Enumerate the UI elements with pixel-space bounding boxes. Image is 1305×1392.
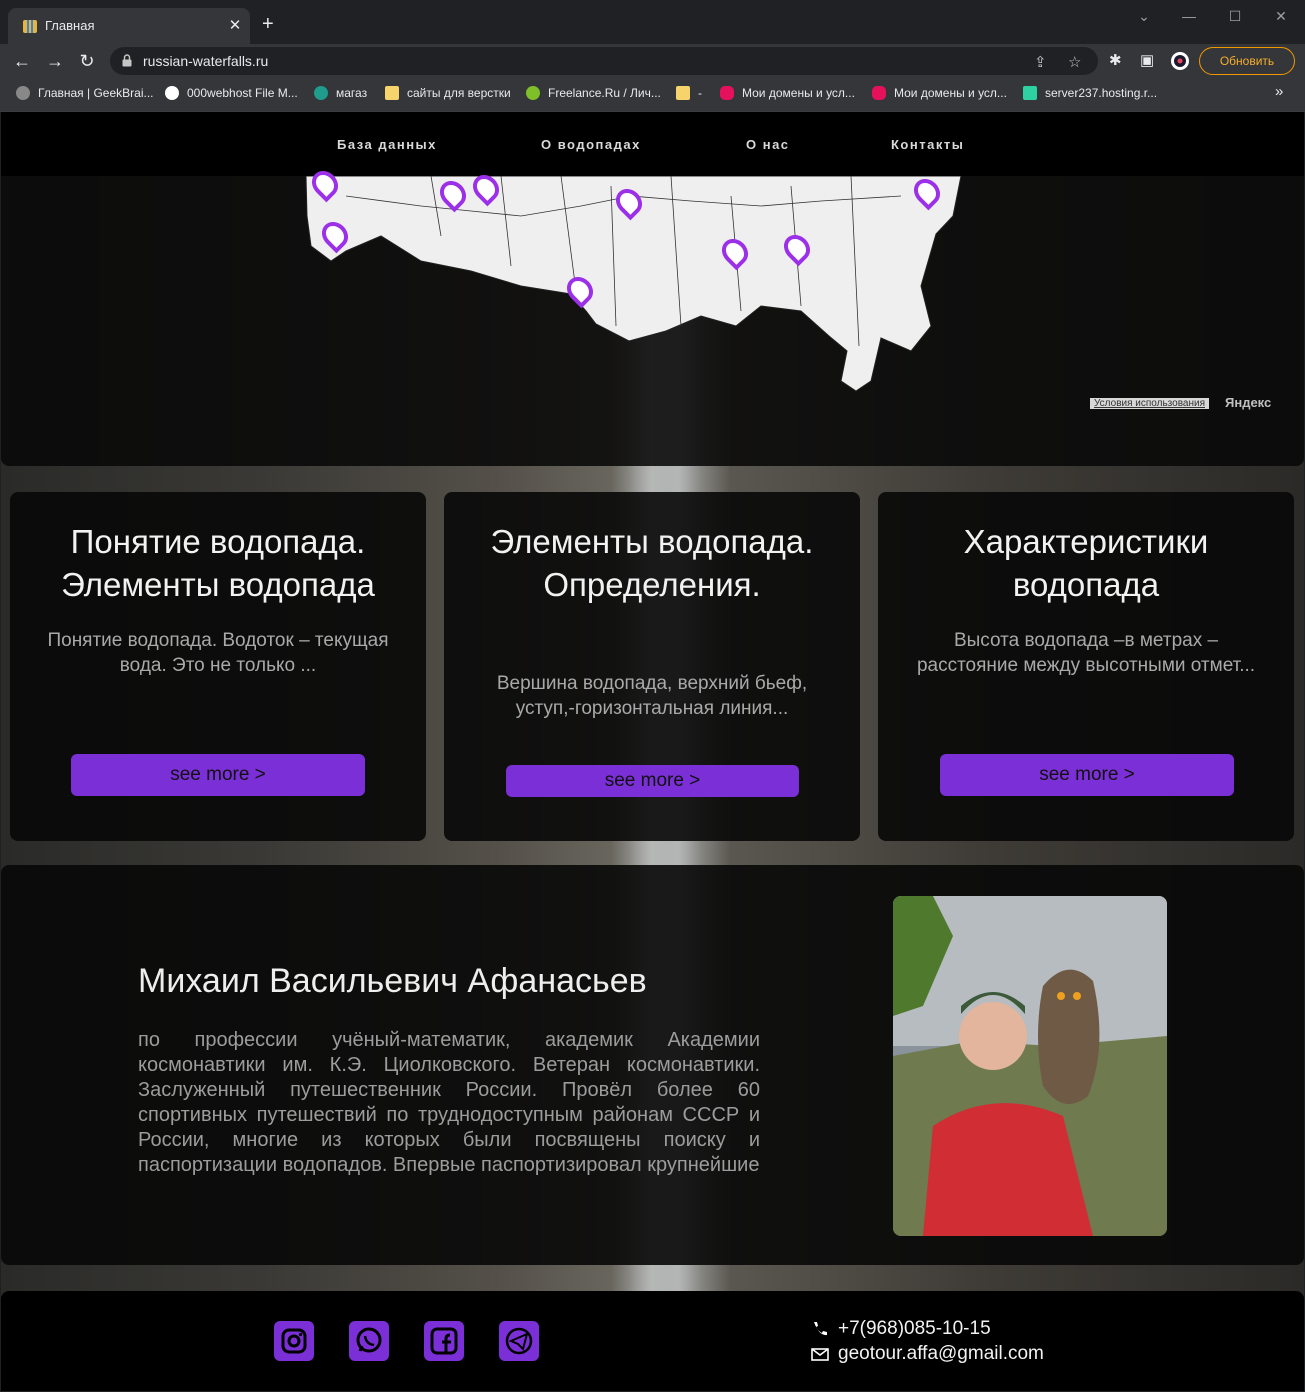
extensions-puzzle-icon[interactable]: ✱: [1109, 51, 1122, 69]
url-text: russian-waterfalls.ru: [143, 53, 269, 69]
bookmark-item[interactable]: Главная | GeekBrai...: [16, 86, 153, 100]
freelance-icon: [526, 86, 540, 100]
geekbrains-icon: [16, 86, 30, 100]
author-name: Михаил Васильевич Афанасьев: [138, 962, 647, 1000]
nav-link-database[interactable]: База данных: [337, 137, 437, 152]
article-card: Элементы водопада. Определения. Вершина …: [444, 492, 860, 841]
bookmark-star-icon[interactable]: ☆: [1068, 53, 1081, 71]
telegram-glyph: [505, 1327, 533, 1355]
site-navbar: База данных О водопадах О нас Контакты: [1, 112, 1304, 176]
profile-avatar[interactable]: [1170, 51, 1190, 71]
bookmark-item[interactable]: сайты для верстки: [385, 86, 511, 100]
bookmarks-bar: Главная | GeekBrai... 000webhost File M.…: [0, 78, 1305, 112]
folder-icon: [676, 86, 690, 100]
card-excerpt: Вершина водопада, верхний бьеф, уступ,-г…: [496, 673, 808, 719]
bookmark-item[interactable]: магаз: [314, 86, 367, 100]
phone-icon: [814, 1322, 827, 1336]
telegram-icon[interactable]: [499, 1321, 539, 1361]
browser-chrome: Главная ✕ + ⌄ — ☐ ✕ ← → ↻ russian-waterf…: [0, 0, 1305, 112]
tab-strip: Главная ✕ + ⌄ — ☐ ✕: [0, 0, 1305, 44]
author-photo: [893, 896, 1167, 1236]
nav-link-contacts[interactable]: Контакты: [891, 137, 964, 152]
globe-icon: [165, 86, 179, 100]
phone-number[interactable]: +7(968)085-10-15: [838, 1318, 991, 1340]
browser-tab[interactable]: Главная ✕: [8, 8, 250, 44]
yandex-map[interactable]: Условия использования Яндекс: [1, 165, 1304, 466]
address-bar[interactable]: russian-waterfalls.ru ⇪ ☆: [110, 47, 1098, 75]
share-icon[interactable]: ⇪: [1034, 53, 1047, 71]
map-terms-link[interactable]: Условия использования: [1090, 398, 1209, 409]
email-icon: [811, 1348, 829, 1361]
whatsapp-icon[interactable]: [349, 1321, 389, 1361]
author-bio: по профессии учёный-математик, академик …: [138, 1029, 760, 1175]
bookmark-item[interactable]: Мои домены и усл...: [872, 86, 1007, 100]
new-tab-icon[interactable]: +: [262, 14, 274, 34]
nav-link-about-us[interactable]: О нас: [746, 137, 790, 152]
shop-icon: [314, 86, 328, 100]
close-window-icon[interactable]: ✕: [1266, 8, 1296, 25]
article-card: Характеристики водопада Высота водопада …: [878, 492, 1294, 841]
facebook-glyph: [430, 1327, 458, 1355]
bookmark-item[interactable]: server237.hosting.r...: [1023, 86, 1157, 100]
see-more-button[interactable]: see more >: [506, 765, 799, 797]
maximize-icon[interactable]: ☐: [1220, 8, 1250, 25]
close-tab-icon[interactable]: ✕: [226, 16, 244, 34]
facebook-icon[interactable]: [424, 1321, 464, 1361]
forward-icon[interactable]: →: [44, 50, 66, 72]
see-more-button[interactable]: see more >: [940, 754, 1234, 796]
domains-icon: [872, 86, 886, 100]
about-author-section: Михаил Васильевич Афанасьев по профессии…: [1, 865, 1304, 1265]
site-footer: +7(968)085-10-15 geotour.affa@gmail.com: [1, 1291, 1304, 1391]
reload-icon[interactable]: ↻: [76, 50, 98, 72]
bookmarks-overflow-icon[interactable]: »: [1275, 83, 1283, 100]
card-title: Понятие водопада. Элементы водопада: [61, 523, 375, 603]
russia-map-graphic: [305, 176, 962, 392]
bookmark-item[interactable]: Мои домены и усл...: [720, 86, 855, 100]
back-icon[interactable]: ←: [11, 50, 33, 72]
card-excerpt: Понятие водопада. Водоток – текущая вода…: [47, 630, 389, 676]
card-excerpt: Высота водопада –в метрах – расстояние м…: [916, 630, 1256, 676]
bookmark-item[interactable]: Freelance.Ru / Лич...: [526, 86, 661, 100]
card-title: Элементы водопада. Определения.: [490, 523, 814, 603]
waterfall-favicon-icon: [23, 20, 37, 33]
tab-search-chevron-icon[interactable]: ⌄: [1129, 8, 1159, 25]
page-viewport: База данных О водопадах О нас Контакты У…: [1, 112, 1304, 1391]
hosting-icon: [1023, 86, 1037, 100]
whatsapp-glyph: [356, 1327, 382, 1353]
article-card: Понятие водопада. Элементы водопада Поня…: [10, 492, 426, 841]
card-title: Характеристики водопада: [963, 523, 1209, 603]
bookmark-item[interactable]: 000webhost File M...: [165, 86, 298, 100]
see-more-button[interactable]: see more >: [71, 754, 365, 796]
nav-link-about-waterfalls[interactable]: О водопадах: [541, 137, 641, 152]
minimize-icon[interactable]: —: [1174, 8, 1204, 24]
folder-icon: [385, 86, 399, 100]
lock-icon: [122, 54, 132, 67]
instagram-icon[interactable]: [274, 1321, 314, 1361]
yandex-logo[interactable]: Яндекс: [1225, 395, 1271, 410]
browser-toolbar: ← → ↻ russian-waterfalls.ru ⇪ ☆ ✱ ▣ Обно…: [0, 44, 1305, 78]
side-panel-icon[interactable]: ▣: [1140, 51, 1154, 69]
domains-icon: [720, 86, 734, 100]
instagram-glyph: [281, 1328, 307, 1354]
update-button[interactable]: Обновить: [1199, 47, 1295, 75]
email-address[interactable]: geotour.affa@gmail.com: [838, 1343, 1044, 1365]
tab-title: Главная: [45, 18, 95, 33]
bookmark-item[interactable]: -: [676, 86, 702, 100]
